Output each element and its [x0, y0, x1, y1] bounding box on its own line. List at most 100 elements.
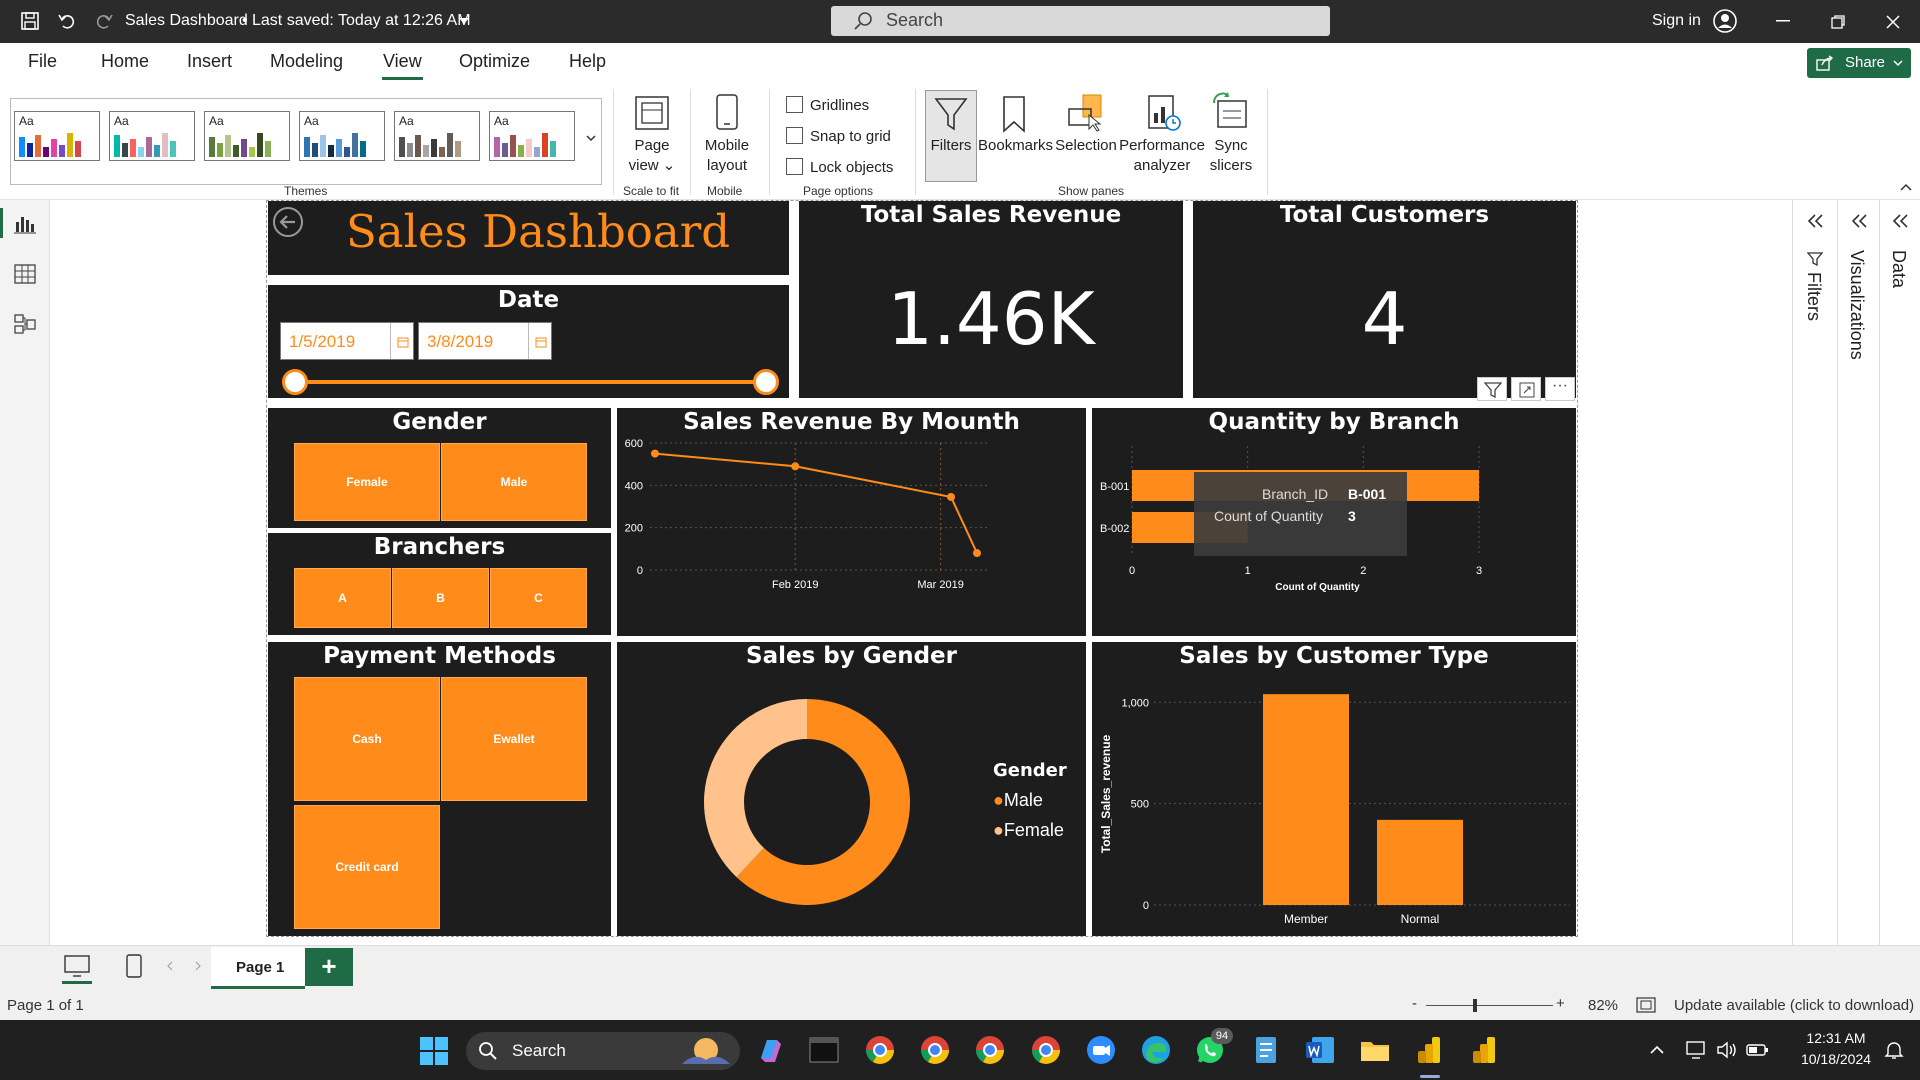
windows-start-icon[interactable] — [419, 1036, 449, 1066]
quantity-by-branch-chart[interactable]: Quantity by Branch 0 1 2 3 B-001 B-002 Count o… — [1092, 408, 1576, 636]
notepad-icon[interactable] — [1250, 1034, 1282, 1066]
account-icon[interactable] — [1713, 9, 1737, 33]
add-page-button[interactable]: + — [305, 948, 353, 986]
theme-5[interactable]: Aa — [394, 111, 480, 161]
theme-1[interactable]: Aa — [14, 111, 100, 161]
more-options-icon[interactable]: ··· — [1545, 377, 1575, 401]
filters-pane-collapsed[interactable]: Filters — [1792, 200, 1837, 945]
data-pane-collapsed[interactable]: Data — [1879, 200, 1920, 945]
gender-female-button[interactable]: Female — [294, 443, 440, 521]
menu-view[interactable]: View — [383, 51, 422, 72]
zoom-out-button[interactable]: - — [1412, 995, 1417, 1012]
date-range-start-handle[interactable] — [282, 369, 308, 395]
zoom-slider[interactable] — [1426, 1005, 1553, 1006]
page-view-button[interactable]: Page view ⌄ — [626, 136, 678, 176]
performance-analyzer-button[interactable]: Performance analyzer — [1118, 136, 1206, 176]
theme-3[interactable]: Aa — [204, 111, 290, 161]
end-date-input[interactable]: 3/8/2019 — [418, 322, 552, 360]
scroll-right-icon[interactable] — [194, 961, 202, 971]
save-icon[interactable] — [20, 11, 40, 31]
themes-more-chevron-icon[interactable] — [586, 135, 596, 142]
sales-by-gender-chart[interactable]: Sales by Gender Gender ●Male ●Female — [617, 642, 1086, 936]
minimize-icon[interactable] — [1776, 20, 1790, 22]
menu-file[interactable]: File — [28, 51, 57, 72]
copilot-icon[interactable] — [755, 1034, 787, 1066]
visual-filter-button[interactable] — [1477, 377, 1507, 401]
calendar-icon[interactable] — [535, 336, 547, 348]
search-input[interactable]: Search — [831, 6, 1330, 36]
branch-b-button[interactable]: B — [392, 568, 489, 628]
menu-optimize[interactable]: Optimize — [459, 51, 530, 72]
zoom-slider-thumb[interactable] — [1473, 999, 1477, 1012]
lock-objects-checkbox[interactable]: Lock objects — [786, 158, 893, 176]
file-explorer-icon[interactable] — [1359, 1034, 1391, 1066]
edge-icon[interactable] — [1140, 1034, 1172, 1066]
phone-layout-icon[interactable] — [126, 954, 142, 978]
focus-mode-button[interactable] — [1511, 377, 1541, 401]
redo-icon[interactable] — [94, 11, 114, 31]
selection-button[interactable]: Selection — [1054, 136, 1118, 156]
expand-chevrons-icon[interactable] — [1891, 214, 1909, 228]
revenue-by-month-chart[interactable]: Sales Revenue By Mounth 600 400 200 0 Feb 20… — [617, 408, 1086, 636]
theme-6[interactable]: Aa — [489, 111, 575, 161]
chevron-up-icon[interactable] — [1650, 1045, 1664, 1055]
zoom-level[interactable]: 82% — [1588, 997, 1618, 1014]
chrome-icon[interactable] — [864, 1034, 896, 1066]
gender-male-button[interactable]: Male — [441, 443, 587, 521]
share-button[interactable]: Share — [1807, 48, 1911, 78]
volume-icon[interactable] — [1716, 1040, 1738, 1060]
payment-ewallet-button[interactable]: Ewallet — [441, 677, 587, 801]
notifications-bell-icon[interactable] — [1884, 1040, 1904, 1060]
branch-a-button[interactable]: A — [294, 568, 391, 628]
branch-c-button[interactable]: C — [490, 568, 587, 628]
model-view-icon[interactable] — [14, 313, 36, 335]
sales-by-customer-type-chart[interactable]: Sales by Customer Type 1,000 500 0 Member No… — [1092, 642, 1576, 936]
display-icon[interactable] — [1686, 1040, 1708, 1060]
desktop-layout-icon[interactable] — [64, 955, 90, 977]
chevron-down-icon[interactable] — [458, 17, 470, 25]
restore-icon[interactable] — [1831, 15, 1845, 29]
payment-cash-button[interactable]: Cash — [294, 677, 440, 801]
menu-help[interactable]: Help — [569, 51, 606, 72]
sync-slicers-button[interactable]: Sync slicers — [1206, 136, 1256, 176]
clock-date[interactable]: 10/18/2024 — [1786, 1051, 1886, 1067]
undo-icon[interactable] — [57, 11, 77, 31]
theme-4[interactable]: Aa — [299, 111, 385, 161]
scroll-left-icon[interactable] — [166, 961, 174, 971]
mobile-layout-button[interactable]: Mobile layout — [700, 136, 754, 176]
taskbar-search[interactable]: Search — [466, 1032, 740, 1070]
menu-modeling[interactable]: Modeling — [270, 51, 343, 72]
terminal-icon[interactable] — [808, 1034, 840, 1066]
chrome-icon[interactable] — [919, 1034, 951, 1066]
bookmarks-button[interactable]: Bookmarks — [978, 136, 1053, 156]
table-view-icon[interactable] — [14, 264, 36, 284]
fit-to-page-icon[interactable] — [1636, 997, 1656, 1013]
expand-chevrons-icon[interactable] — [1850, 214, 1868, 228]
power-bi-icon[interactable] — [1414, 1034, 1446, 1066]
battery-icon[interactable] — [1746, 1041, 1770, 1059]
legend-item-female[interactable]: ●Female — [993, 820, 1064, 841]
start-date-input[interactable]: 1/5/2019 — [280, 322, 414, 360]
legend-item-male[interactable]: ●Male — [993, 790, 1043, 811]
update-available-link[interactable]: Update available (click to download) — [1674, 997, 1914, 1014]
expand-chevrons-icon[interactable] — [1806, 214, 1824, 228]
clock-time[interactable]: 12:31 AM — [1786, 1030, 1886, 1046]
payment-credit-card-button[interactable]: Credit card — [294, 805, 440, 929]
date-range-end-handle[interactable] — [753, 369, 779, 395]
menu-insert[interactable]: Insert — [187, 51, 232, 72]
theme-2[interactable]: Aa — [109, 111, 195, 161]
sign-in-link[interactable]: Sign in — [1652, 12, 1701, 30]
tab-page-1[interactable]: Page 1 — [211, 947, 305, 989]
report-view-icon[interactable] — [14, 214, 36, 234]
collapse-ribbon-icon[interactable] — [1900, 183, 1912, 191]
word-icon[interactable] — [1304, 1034, 1336, 1066]
menu-home[interactable]: Home — [101, 51, 149, 72]
zoom-app-icon[interactable] — [1085, 1034, 1117, 1066]
power-bi-icon[interactable] — [1469, 1034, 1501, 1066]
calendar-icon[interactable] — [397, 336, 409, 348]
zoom-in-button[interactable]: + — [1556, 995, 1565, 1012]
snap-to-grid-checkbox[interactable]: Snap to grid — [786, 127, 891, 145]
chrome-icon[interactable] — [1030, 1034, 1062, 1066]
visualizations-pane-collapsed[interactable]: Visualizations — [1837, 200, 1879, 945]
back-arrow-icon[interactable] — [272, 206, 304, 238]
